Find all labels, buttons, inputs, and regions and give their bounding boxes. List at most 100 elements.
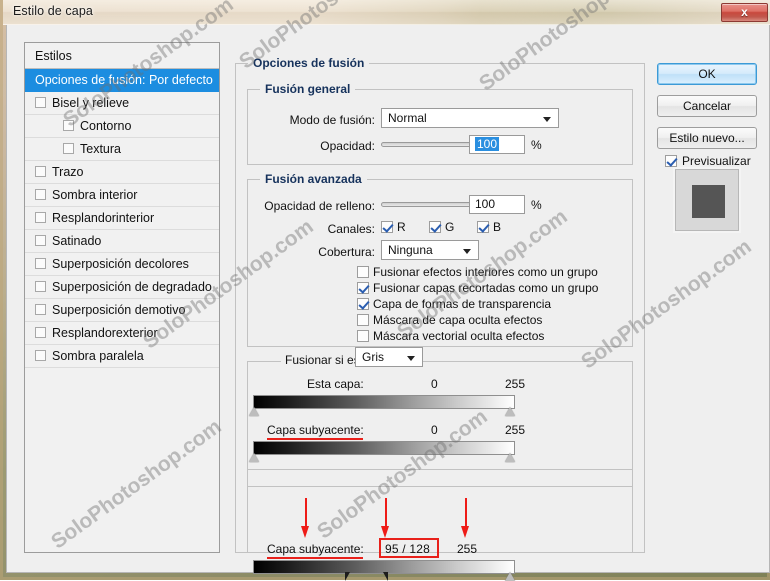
fill-opacity-input-value: 100 <box>475 197 495 211</box>
sidebar-item-12[interactable]: Sombra paralela <box>25 345 219 368</box>
close-icon[interactable]: x <box>721 3 768 22</box>
annotated-underlying-max: 255 <box>457 542 477 556</box>
channel-checkbox-r[interactable] <box>381 221 393 233</box>
sidebar-item-8[interactable]: Superposición decolores <box>25 253 219 276</box>
sidebar-item-label: Contorno <box>80 119 131 133</box>
style-enable-checkbox[interactable] <box>35 258 46 269</box>
style-enable-checkbox[interactable] <box>35 350 46 361</box>
annotated-label-red-underline <box>267 557 363 559</box>
group-advanced-blending-title: Fusión avanzada <box>260 172 367 186</box>
underlying-layer-white-slider[interactable] <box>505 453 515 462</box>
opacity-label: Opacidad: <box>275 139 375 153</box>
preview-label: Previsualizar <box>682 154 751 168</box>
annotation-arrow-left <box>301 498 310 538</box>
sidebar-item-0[interactable]: Opciones de fusión: Por defecto <box>25 69 219 92</box>
channels-label: Canales: <box>295 222 375 236</box>
sidebar-item-label: Sombra interior <box>52 188 137 202</box>
sidebar-item-label: Bisel y relieve <box>52 96 129 110</box>
advanced-checkbox-0[interactable] <box>357 266 369 278</box>
style-enable-checkbox[interactable] <box>63 120 74 131</box>
chevron-down-icon <box>407 356 415 361</box>
sidebar-item-10[interactable]: Superposición demotivo <box>25 299 219 322</box>
knockout-select[interactable]: Ninguna <box>381 240 479 260</box>
sidebar-item-label: Textura <box>80 142 121 156</box>
blending-options-area: Opciones de fusión Fusión general Modo d… <box>235 55 645 553</box>
style-enable-checkbox[interactable] <box>35 235 46 246</box>
advanced-checkbox-1[interactable] <box>357 282 369 294</box>
sidebar-item-11[interactable]: Resplandorexterior <box>25 322 219 345</box>
sidebar-item-5[interactable]: Sombra interior <box>25 184 219 207</box>
split-value-text: 95 / 128 <box>385 542 430 556</box>
annotation-arrow-right <box>461 498 470 538</box>
window-title: Estilo de capa <box>13 4 93 18</box>
chevron-down-icon <box>543 117 551 122</box>
this-layer-black-slider[interactable] <box>249 407 259 416</box>
channel-checkbox-b[interactable] <box>477 221 489 233</box>
channel-label-g: G <box>445 220 454 234</box>
group-general-blending-title: Fusión general <box>260 82 355 96</box>
sidebar-item-6[interactable]: Resplandorinterior <box>25 207 219 230</box>
style-enable-checkbox[interactable] <box>35 189 46 200</box>
advanced-checkbox-label-2: Capa de formas de transparencia <box>373 297 551 311</box>
advanced-checkbox-4[interactable] <box>357 330 369 342</box>
layer-style-dialog: Estilo de capa x Estilos Opciones de fus… <box>0 0 770 580</box>
sidebar-item-7[interactable]: Satinado <box>25 230 219 253</box>
opacity-input-value: 100 <box>475 137 499 151</box>
knockout-value: Ninguna <box>388 243 433 257</box>
advanced-checkbox-3[interactable] <box>357 314 369 326</box>
channel-checkbox-g[interactable] <box>429 221 441 233</box>
annotated-underlying-label: Capa subyacente: <box>267 542 364 556</box>
blend-mode-select[interactable]: Normal <box>381 108 559 128</box>
style-enable-checkbox[interactable] <box>35 304 46 315</box>
style-enable-checkbox[interactable] <box>35 327 46 338</box>
sidebar-item-1[interactable]: Bisel y relieve <box>25 92 219 115</box>
sidebar-item-9[interactable]: Superposición de degradado <box>25 276 219 299</box>
advanced-checkbox-label-3: Máscara de capa oculta efectos <box>373 313 542 327</box>
fill-opacity-input[interactable]: 100 <box>469 195 525 214</box>
style-enable-checkbox[interactable] <box>35 97 46 108</box>
styles-list-rows[interactable]: Opciones de fusión: Por defecto Bisel y r… <box>25 69 219 368</box>
sidebar-item-label: Superposición decolores <box>52 257 189 271</box>
cancel-button[interactable]: Cancelar <box>657 95 757 117</box>
new-style-button[interactable]: Estilo nuevo... <box>657 127 757 149</box>
styles-list-header: Estilos <box>25 43 219 69</box>
sidebar-item-label: Resplandorinterior <box>52 211 154 225</box>
sidebar-item-label: Superposición de degradado <box>52 280 212 294</box>
sidebar-item-label: Trazo <box>52 165 84 179</box>
styles-list-filler <box>25 368 219 392</box>
advanced-checkbox-label-4: Máscara vectorial oculta efectos <box>373 329 544 343</box>
sidebar-item-label: Resplandorexterior <box>52 326 158 340</box>
fill-opacity-unit: % <box>531 198 542 212</box>
styles-list-panel[interactable]: Estilos Opciones de fusión: Por defecto B… <box>24 42 220 553</box>
advanced-checkbox-label-0: Fusionar efectos interiores como un grup… <box>373 265 598 279</box>
this-layer-label: Esta capa: <box>307 377 364 391</box>
blend-if-channel-select[interactable]: Gris <box>355 347 423 367</box>
style-enable-checkbox[interactable] <box>63 143 74 154</box>
advanced-checkbox-label-1: Fusionar capas recortadas como un grupo <box>373 281 598 295</box>
underlying-layer-max: 255 <box>505 423 525 437</box>
ok-button[interactable]: OK <box>657 63 757 85</box>
opacity-unit: % <box>531 138 542 152</box>
underlying-layer-black-slider[interactable] <box>249 453 259 462</box>
style-enable-checkbox[interactable] <box>35 212 46 223</box>
style-enable-checkbox[interactable] <box>35 281 46 292</box>
channel-label-b: B <box>493 220 501 234</box>
annotation-arrow-middle <box>381 498 390 538</box>
underlying-layer-gradient-bar[interactable] <box>253 441 515 455</box>
chevron-down-icon <box>463 249 471 254</box>
preview-checkbox[interactable] <box>665 155 677 167</box>
sidebar-item-4[interactable]: Trazo <box>25 161 219 184</box>
this-layer-gradient-bar[interactable] <box>253 395 515 409</box>
underlying-layer-min: 0 <box>431 423 438 437</box>
title-bar: Estilo de capa x <box>3 0 770 25</box>
sidebar-item-label: Sombra paralela <box>52 349 144 363</box>
dialog-body: Estilos Opciones de fusión: Por defecto B… <box>6 25 770 573</box>
this-layer-white-slider[interactable] <box>505 407 515 416</box>
advanced-checkbox-2[interactable] <box>357 298 369 310</box>
style-enable-checkbox[interactable] <box>35 166 46 177</box>
sidebar-item-3[interactable]: Textura <box>25 138 219 161</box>
preview-thumbnail <box>675 169 739 231</box>
opacity-input[interactable]: 100 <box>469 135 525 154</box>
sidebar-item-2[interactable]: Contorno <box>25 115 219 138</box>
sidebar-item-label: Opciones de fusión: Por defecto <box>35 73 213 87</box>
